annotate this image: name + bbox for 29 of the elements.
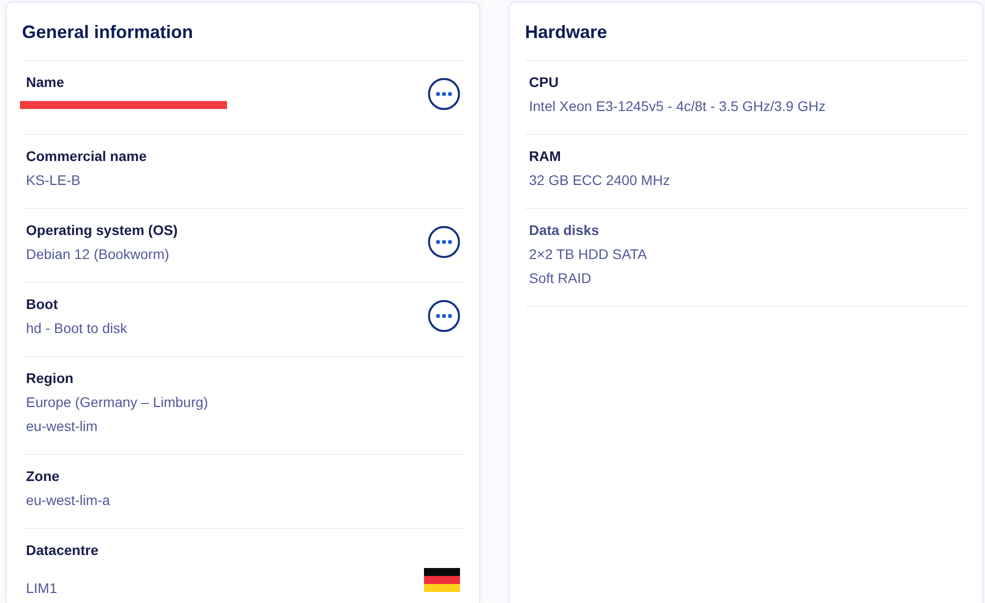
more-button[interactable] <box>428 300 460 332</box>
field-label: Zone <box>26 467 60 486</box>
field-label: Operating system (OS) <box>26 221 179 240</box>
field-label: CPU <box>529 73 560 92</box>
field-value: eu-west-lim-a <box>26 491 112 510</box>
field-label: Region <box>26 369 74 388</box>
field-value: 32 GB ECC 2400 MHz <box>529 171 671 190</box>
field-label: Boot <box>26 295 59 314</box>
field-value: hd - Boot to disk <box>26 319 128 338</box>
field-value: Intel Xeon E3-1245v5 - 4c/8t - 3.5 GHz/3.9 GHz <box>529 97 826 116</box>
field-value: LIM1 <box>26 579 58 598</box>
field-value: Soft RAID <box>529 269 592 288</box>
field-label: Commercial name <box>26 147 148 166</box>
ellipsis-icon <box>436 314 452 318</box>
more-button[interactable] <box>428 226 460 258</box>
field-label: Data disks <box>529 221 600 240</box>
field-label: RAM <box>529 147 562 166</box>
field-label: Datacentre <box>26 541 100 560</box>
field-value: 2×2 TB HDD SATA <box>529 245 648 264</box>
more-button[interactable] <box>428 78 460 110</box>
field-value: Debian 12 (Bookworm) <box>26 245 170 264</box>
card-title: Hardware <box>525 21 608 44</box>
field-value: eu-west-lim <box>26 417 99 436</box>
field-value: KS-LE-B <box>26 171 82 190</box>
field-value: Europe (Germany – Limburg) <box>26 393 210 412</box>
field-label: Name <box>26 73 66 92</box>
card-title: General information <box>22 21 194 44</box>
ellipsis-icon <box>436 240 452 244</box>
ellipsis-icon <box>436 92 452 96</box>
